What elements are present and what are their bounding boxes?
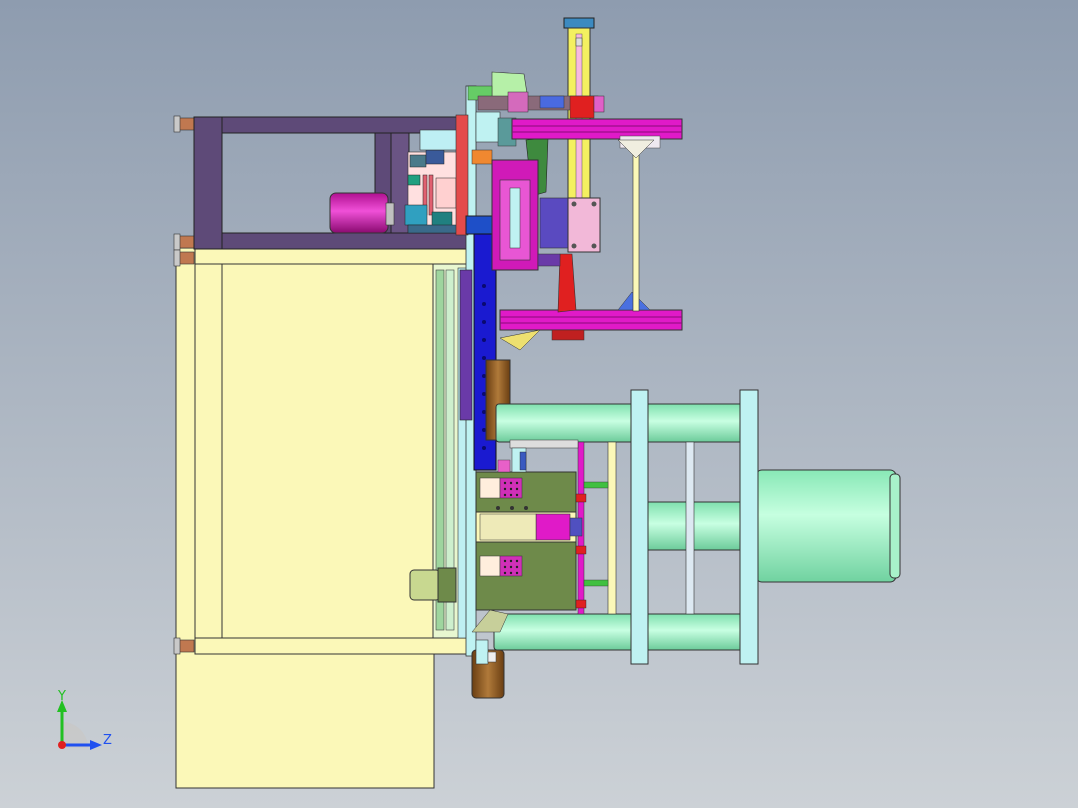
- cad-scene: Y Z: [0, 0, 1078, 808]
- cad-viewport[interactable]: Y Z: [0, 0, 1078, 808]
- green-cylinder-lower[interactable]: [493, 613, 747, 651]
- triad-z-label: Z: [103, 733, 112, 748]
- cabinet-small-cylinder[interactable]: [409, 567, 457, 603]
- pink-plate[interactable]: [567, 197, 601, 253]
- green-cylinder-upper[interactable]: [495, 403, 747, 443]
- drive-motor[interactable]: [329, 192, 395, 234]
- triad-y-label: Y: [57, 689, 66, 704]
- triad-origin: [58, 741, 66, 749]
- main-cabinet[interactable]: [175, 247, 471, 789]
